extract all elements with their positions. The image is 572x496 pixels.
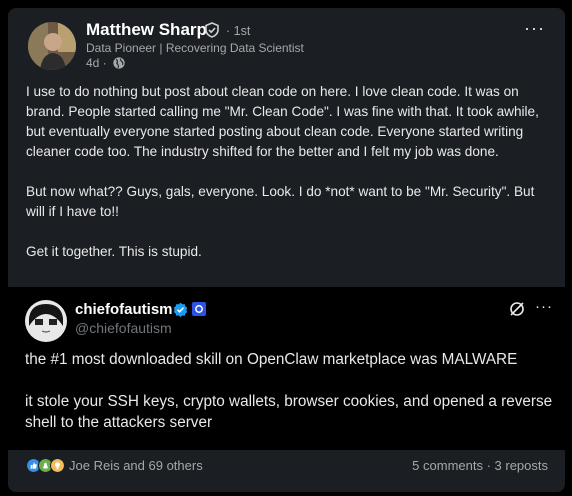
post-paragraph: Get it together. This is stupid.: [26, 244, 202, 259]
grok-icon[interactable]: [508, 300, 526, 318]
post-paragraph: I use to do nothing but post about clean…: [26, 84, 539, 159]
reactors-text[interactable]: Joe Reis and 69 others: [69, 458, 203, 473]
globe-icon: [113, 57, 125, 69]
tweet-author-name[interactable]: chiefofautism: [75, 301, 173, 318]
author-name[interactable]: Matthew Sharp: [86, 20, 207, 40]
post-body: I use to do nothing but post about clean…: [26, 82, 552, 282]
tweet-paragraph: the #1 most downloaded skill on OpenClaw…: [25, 351, 518, 368]
post-paragraph: But now what?? Guys, gals, everyone. Loo…: [26, 184, 535, 219]
post-time: 4d ·: [86, 56, 107, 70]
tweet-avatar[interactable]: [25, 300, 67, 342]
shield-check-icon: [205, 22, 219, 38]
author-headline: Data Pioneer | Recovering Data Scientist: [86, 41, 304, 55]
insightful-reaction-icon: [50, 458, 65, 473]
author-avatar[interactable]: [28, 22, 76, 70]
embedded-tweet[interactable]: chiefofautism @chiefofautism ··· the #1 …: [8, 287, 565, 450]
post-timestamp: 4d ·: [86, 56, 126, 70]
tweet-text: the #1 most downloaded skill on OpenClaw…: [25, 349, 555, 454]
reactions-summary[interactable]: Joe Reis and 69 others: [26, 458, 203, 473]
tweet-paragraph: it stole your SSH keys, crypto wallets, …: [25, 393, 553, 431]
comments-reposts-count[interactable]: 5 comments · 3 reposts: [412, 458, 548, 473]
verified-badge-icon: [173, 302, 188, 317]
post-more-button[interactable]: ···: [524, 18, 545, 39]
tweet-more-button[interactable]: ···: [535, 298, 553, 315]
connection-degree: · 1st: [226, 24, 251, 38]
tweet-handle[interactable]: @chiefofautism: [75, 320, 172, 336]
affiliate-badge-icon: [192, 302, 206, 316]
